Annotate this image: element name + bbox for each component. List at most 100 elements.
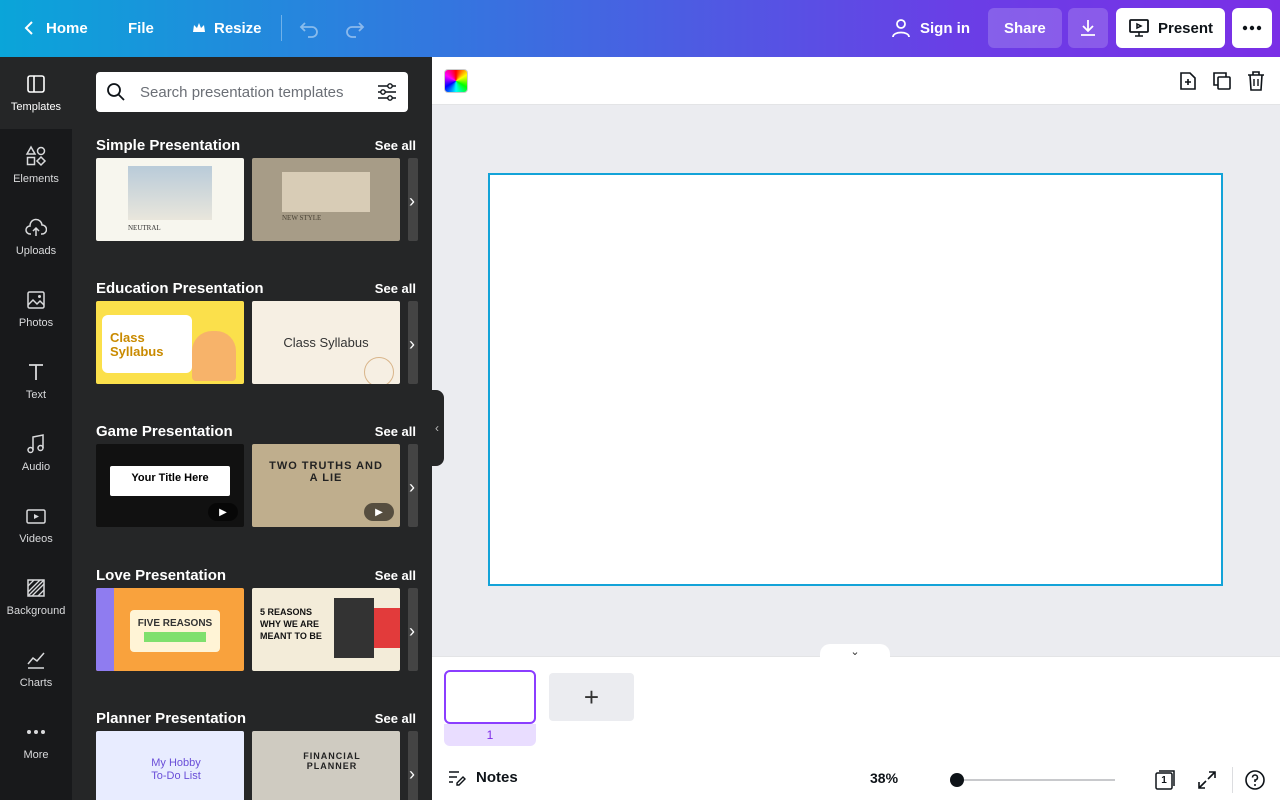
rail-item-elements[interactable]: Elements: [0, 129, 72, 201]
chart-icon: [27, 652, 45, 669]
card-shape: [130, 610, 220, 652]
help-icon[interactable]: [1244, 769, 1266, 791]
search-input[interactable]: Search presentation templates: [96, 72, 408, 112]
collapse-panel-button[interactable]: ‹: [430, 390, 444, 466]
rail-item-background[interactable]: Background: [0, 561, 72, 633]
template-thumbnail[interactable]: NEUTRAL: [96, 158, 244, 241]
cloud-upload-icon: [25, 218, 47, 236]
thumb-text: FINANCIAL PLANNER: [303, 751, 361, 771]
photo-placeholder: [128, 166, 212, 220]
template-thumbnail[interactable]: 5 REASONS WHY WE ARE MEANT TO BE: [252, 588, 400, 671]
scroll-right-button[interactable]: ›: [400, 189, 424, 213]
delete-page-icon[interactable]: [1244, 69, 1268, 93]
text-icon: [29, 364, 43, 380]
template-thumbnail[interactable]: FINANCIAL PLANNER: [252, 731, 400, 800]
rail-label: Charts: [19, 677, 53, 689]
present-button[interactable]: Present: [1116, 8, 1226, 48]
templates-panel: Search presentation templates Simple Pre…: [72, 57, 432, 800]
home-button[interactable]: Home: [10, 8, 100, 48]
zoom-level[interactable]: 38%: [870, 770, 898, 786]
page-count-button[interactable]: 1: [1154, 769, 1176, 791]
rail-label: Photos: [18, 317, 54, 329]
design-page-canvas[interactable]: [488, 173, 1223, 586]
scroll-right-button[interactable]: ›: [400, 619, 424, 643]
zoom-slider[interactable]: [952, 779, 1115, 781]
template-thumbnail[interactable]: Class Syllabus: [252, 301, 400, 384]
editor-toolbar: [432, 57, 1280, 105]
template-thumbnail[interactable]: Class Syllabus: [96, 301, 244, 384]
background-color-picker[interactable]: [444, 69, 468, 93]
share-button[interactable]: Share: [988, 8, 1062, 48]
crown-icon: [193, 23, 205, 32]
more-dots-icon: [1242, 25, 1262, 31]
notes-button[interactable]: Notes: [446, 767, 518, 787]
section-title: Love Presentation: [96, 567, 227, 584]
page-number: 1: [444, 724, 536, 746]
see-all-link[interactable]: See all: [375, 281, 416, 296]
rail-label: Elements: [13, 173, 59, 185]
rail-item-videos[interactable]: Videos: [0, 489, 72, 561]
section-title: Game Presentation: [96, 423, 233, 440]
duplicate-page-icon[interactable]: [1210, 69, 1234, 93]
section-title: Planner Presentation: [96, 710, 247, 727]
play-badge: ▶: [208, 503, 238, 521]
side-rail: Templates Elements Uploads Photos Text A…: [0, 57, 72, 800]
thumb-text: 5 REASONS WHY WE ARE MEANT TO BE: [260, 607, 322, 641]
rail-label: Uploads: [15, 245, 57, 257]
rail-label: Templates: [10, 101, 62, 113]
fullscreen-icon[interactable]: [1196, 769, 1218, 791]
template-thumbnail[interactable]: FIVE REASONS: [96, 588, 244, 671]
home-label: Home: [46, 19, 88, 37]
rail-item-audio[interactable]: Audio: [0, 417, 72, 489]
filter-icon[interactable]: [376, 81, 398, 103]
file-menu-button[interactable]: File: [116, 8, 166, 48]
rail-label: Videos: [19, 533, 53, 545]
search-icon: [107, 83, 125, 101]
rail-item-text[interactable]: Text: [0, 345, 72, 417]
rail-item-charts[interactable]: Charts: [0, 633, 72, 705]
more-options-button[interactable]: [1232, 8, 1272, 48]
rail-item-photos[interactable]: Photos: [0, 273, 72, 345]
add-page-button[interactable]: +: [549, 673, 634, 721]
zoom-slider-handle[interactable]: [950, 773, 964, 787]
bottom-bar: 1 + Notes 38% 1: [432, 656, 1280, 800]
redo-button[interactable]: [336, 8, 374, 48]
thumb-text: NEW STYLE: [282, 214, 322, 222]
add-page-icon[interactable]: [1176, 69, 1200, 93]
undo-button[interactable]: [290, 8, 328, 48]
scroll-right-button[interactable]: ›: [400, 475, 424, 499]
see-all-link[interactable]: See all: [375, 138, 416, 153]
see-all-link[interactable]: See all: [375, 424, 416, 439]
highlight-bar: [144, 632, 206, 642]
thumb-text: NEUTRAL: [128, 224, 161, 232]
search-placeholder: Search presentation templates: [140, 83, 344, 101]
sign-in-button[interactable]: Sign in: [878, 8, 982, 48]
download-button[interactable]: [1068, 8, 1108, 48]
cat-illustration: [192, 331, 236, 381]
present-label: Present: [1158, 19, 1214, 37]
hide-pages-button[interactable]: ⌄: [820, 644, 890, 658]
scroll-right-button[interactable]: ›: [400, 762, 424, 786]
template-thumbnail[interactable]: TWO TRUTHS AND A LIE ▶: [252, 444, 400, 527]
rail-item-uploads[interactable]: Uploads: [0, 201, 72, 273]
rail-item-templates[interactable]: Templates: [0, 57, 72, 129]
resize-button[interactable]: Resize: [180, 8, 274, 48]
music-icon: [27, 434, 44, 454]
notes-icon: [449, 771, 466, 786]
template-thumbnail[interactable]: Your Title Here ▶: [96, 444, 244, 527]
template-thumbnail[interactable]: NEW STYLE: [252, 158, 400, 241]
chevron-right-icon: ›: [409, 620, 415, 641]
template-thumbnail[interactable]: My Hobby To-Do List: [96, 731, 244, 800]
see-all-link[interactable]: See all: [375, 711, 416, 726]
chevron-left-icon: ‹: [435, 421, 439, 435]
page-thumbnail[interactable]: [444, 670, 536, 724]
photo-placeholder: [374, 608, 400, 648]
thumb-text: Class Syllabus: [283, 335, 369, 350]
photo-placeholder: [334, 598, 374, 658]
see-all-link[interactable]: See all: [375, 568, 416, 583]
scroll-right-button[interactable]: ›: [400, 332, 424, 356]
rail-item-more[interactable]: More: [0, 705, 72, 777]
image-icon: [27, 291, 45, 309]
video-icon: [26, 509, 46, 524]
photo-placeholder: [282, 172, 370, 212]
